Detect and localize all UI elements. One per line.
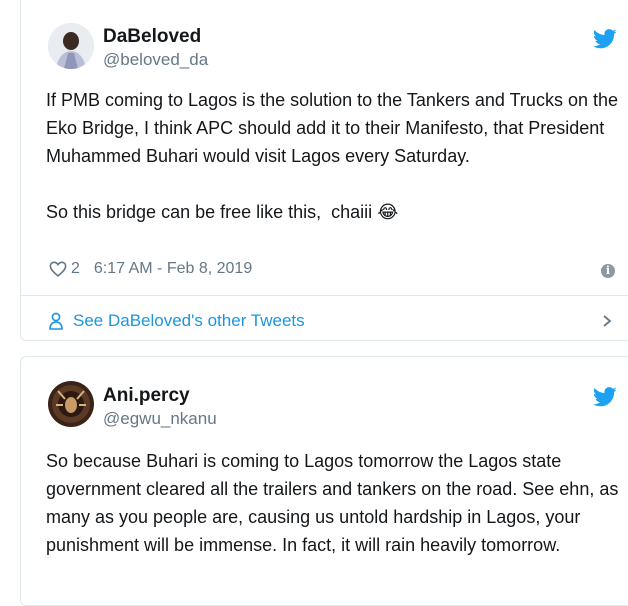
twitter-bird-icon[interactable] (593, 29, 617, 49)
like-count[interactable]: 2 (71, 260, 80, 278)
heart-icon[interactable] (49, 261, 67, 277)
display-name[interactable]: Ani.percy (103, 385, 190, 407)
tweet-timestamp[interactable]: 6:17 AM - Feb 8, 2019 (94, 260, 252, 278)
tweet-paragraph-2-text: So this bridge can be free like this, ch… (46, 202, 373, 222)
user-handle[interactable]: @beloved_da (103, 50, 208, 70)
display-name[interactable]: DaBeloved (103, 26, 201, 48)
tweet-card-1: DaBeloved @beloved_da If PMB coming to L… (20, 0, 628, 341)
info-icon[interactable]: i (601, 264, 615, 278)
avatar[interactable] (48, 23, 94, 69)
see-other-tweets-label[interactable]: See DaBeloved's other Tweets (73, 311, 305, 331)
tweet-text: If PMB coming to Lagos is the solution t… (46, 86, 626, 227)
tweet-paragraph-1: So because Buhari is coming to Lagos tom… (46, 451, 624, 555)
tweet-paragraph-1: If PMB coming to Lagos is the solution t… (46, 90, 623, 166)
avatar[interactable] (48, 381, 94, 427)
chevron-right-icon[interactable] (601, 315, 613, 327)
user-handle[interactable]: @egwu_nkanu (103, 409, 217, 429)
tweet-meta: 2 6:17 AM - Feb 8, 2019 (49, 260, 252, 278)
tweet-card-2: Ani.percy @egwu_nkanu So because Buhari … (20, 356, 628, 606)
person-icon (49, 312, 63, 330)
divider (21, 295, 628, 296)
tweet-paragraph-2: So this bridge can be free like this, ch… (46, 198, 626, 227)
tweet-text: So because Buhari is coming to Lagos tom… (46, 447, 626, 559)
see-other-tweets-link[interactable]: See DaBeloved's other Tweets (49, 311, 305, 331)
laughing-emoji: 😂 (377, 202, 399, 223)
twitter-bird-icon[interactable] (593, 387, 617, 407)
